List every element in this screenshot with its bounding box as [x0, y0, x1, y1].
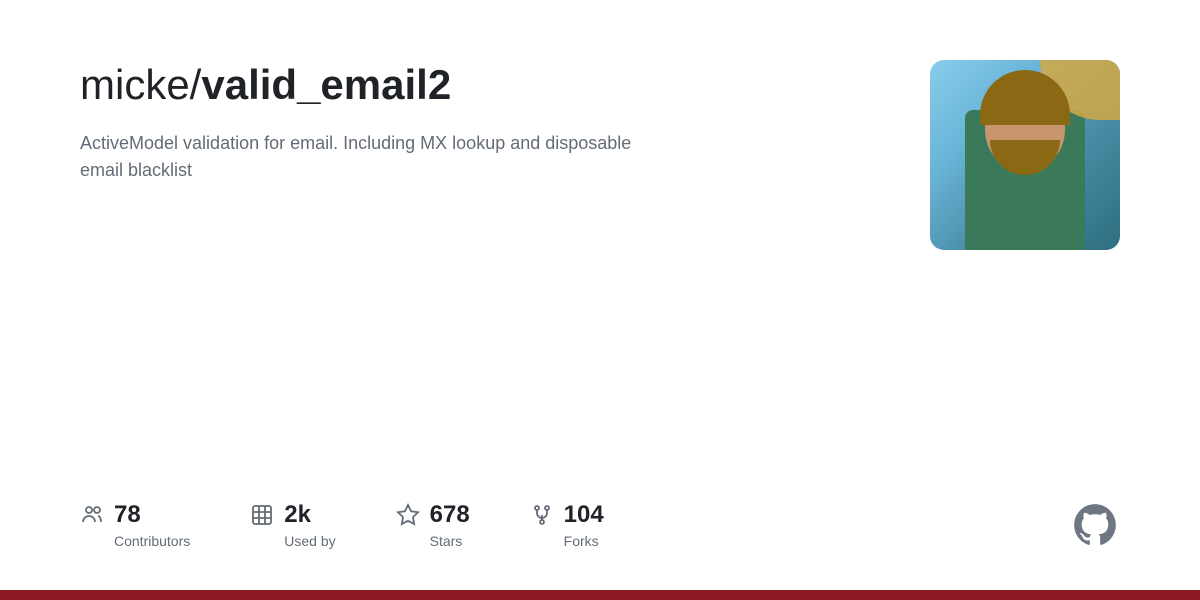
used-by-value: 2k — [284, 501, 311, 529]
stat-forks-top: 104 — [530, 501, 604, 529]
repo-owner: micke/ — [80, 61, 201, 108]
stat-contributors: 78 Contributors — [80, 501, 190, 549]
stars-value: 678 — [430, 501, 470, 529]
repo-description: ActiveModel validation for email. Includ… — [80, 130, 660, 184]
stat-stars: 678 Stars — [396, 501, 470, 549]
stat-stars-top: 678 — [396, 501, 470, 529]
stat-forks: 104 Forks — [530, 501, 604, 549]
used-by-icon — [250, 503, 274, 527]
repo-title: micke/valid_email2 — [80, 60, 890, 110]
github-logo-icon — [1070, 500, 1120, 550]
forks-label: Forks — [530, 533, 599, 549]
stars-icon — [396, 503, 420, 527]
contributors-icon — [80, 503, 104, 527]
stats-section: 78 Contributors 2k Used by — [80, 470, 1120, 550]
stat-contributors-top: 78 — [80, 501, 141, 529]
avatar — [930, 60, 1120, 250]
stat-used-by-top: 2k — [250, 501, 311, 529]
github-logo-area — [1070, 500, 1120, 550]
avatar-area — [930, 60, 1120, 250]
main-content: micke/valid_email2 ActiveModel validatio… — [0, 0, 1200, 590]
stars-label: Stars — [396, 533, 463, 549]
repo-name: valid_email2 — [201, 61, 451, 108]
used-by-label: Used by — [250, 533, 335, 549]
contributors-value: 78 — [114, 501, 141, 529]
bottom-bar — [0, 590, 1200, 600]
avatar-beard-decoration — [990, 140, 1060, 175]
title-area: micke/valid_email2 ActiveModel validatio… — [80, 60, 890, 184]
stat-used-by: 2k Used by — [250, 501, 335, 549]
contributors-label: Contributors — [80, 533, 190, 549]
header-section: micke/valid_email2 ActiveModel validatio… — [80, 60, 1120, 250]
forks-icon — [530, 503, 554, 527]
forks-value: 104 — [564, 501, 604, 529]
